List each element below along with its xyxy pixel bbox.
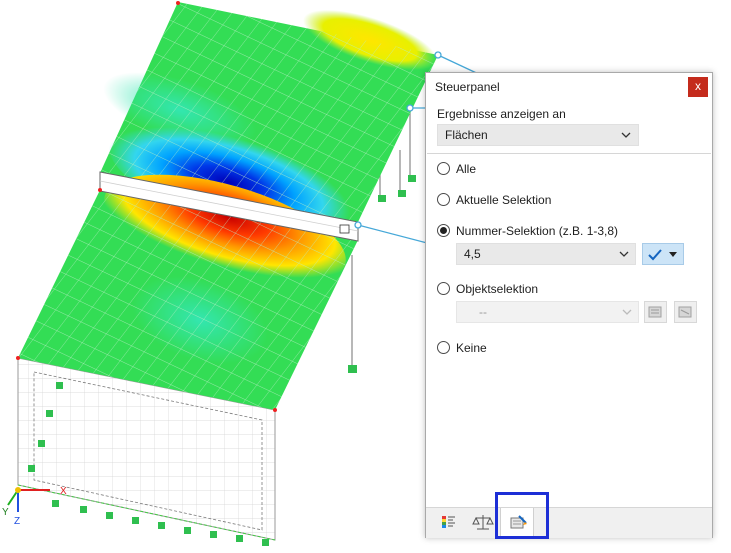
radio-all-label: Alle (456, 162, 477, 176)
radio-none-indicator[interactable] (437, 341, 450, 354)
active-tab-highlight (495, 492, 549, 539)
panel-titlebar[interactable]: Steuerpanel x (426, 73, 712, 101)
object-selection-value: -- (479, 305, 487, 319)
display-on-label: Ergebnisse anzeigen an (437, 107, 566, 121)
radio-all-indicator[interactable] (437, 162, 450, 175)
deselect-objects-icon (678, 306, 692, 318)
radio-number-label: Nummer-Selektion (z.B. 1-3,8) (456, 224, 619, 238)
close-button[interactable]: x (688, 77, 708, 97)
control-panel: Steuerpanel x Ergebnisse anzeigen an Flä… (425, 72, 713, 538)
divider (427, 153, 711, 154)
triangle-down-icon (669, 252, 677, 257)
select-objects-icon (648, 306, 662, 318)
clear-objects-button[interactable] (674, 301, 697, 323)
axis-y-label: Y (2, 507, 9, 518)
axis-z-label: Z (14, 516, 20, 527)
color-scale-icon (442, 516, 455, 528)
checkmark-icon (648, 249, 662, 261)
panel-tab-bar (426, 507, 712, 538)
radio-object-indicator[interactable] (437, 282, 450, 295)
radio-number-indicator[interactable] (437, 224, 450, 237)
axis-x-label: X (60, 486, 67, 497)
display-on-value: Flächen (445, 128, 488, 142)
pick-objects-button[interactable] (644, 301, 667, 323)
radio-current-indicator[interactable] (437, 193, 450, 206)
display-on-select[interactable]: Flächen (437, 124, 639, 146)
apply-selection-button[interactable] (642, 243, 684, 265)
tab-color-scale[interactable] (432, 508, 466, 537)
number-selection-value: 4,5 (464, 247, 481, 261)
radio-none-label: Keine (456, 341, 487, 355)
panel-title: Steuerpanel (435, 80, 500, 94)
chevron-down-icon (619, 251, 629, 257)
radio-current-label: Aktuelle Selektion (456, 193, 552, 207)
chevron-down-icon (622, 309, 632, 315)
number-selection-input[interactable]: 4,5 (456, 243, 636, 265)
object-selection-select[interactable]: -- (456, 301, 639, 323)
chevron-down-icon (621, 132, 631, 138)
radio-object-label: Objektselektion (456, 282, 539, 296)
